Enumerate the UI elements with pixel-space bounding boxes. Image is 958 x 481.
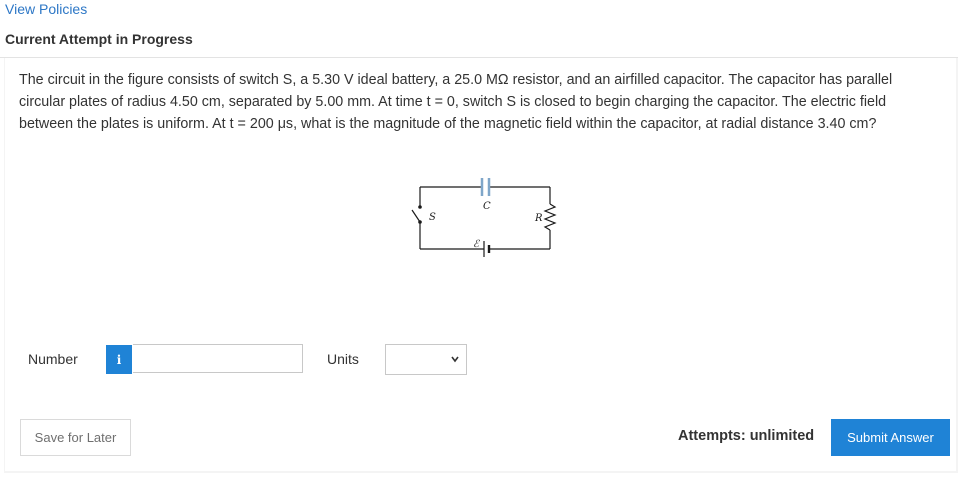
bottom-strip	[0, 473, 958, 481]
circuit-figure: C S R ℰ	[411, 178, 557, 257]
switch-contact-top	[418, 205, 422, 209]
number-label: Number	[28, 351, 78, 367]
units-select[interactable]	[385, 344, 467, 375]
switch-label: S	[429, 212, 436, 223]
question-text: The circuit in the figure consists of sw…	[19, 72, 893, 132]
capacitor-label: C	[483, 201, 491, 212]
info-icon[interactable]: i	[106, 345, 132, 374]
view-policies-link[interactable]: View Policies	[5, 1, 87, 17]
switch-blade	[411, 209, 421, 223]
units-label: Units	[327, 351, 359, 367]
emf-label: ℰ	[473, 239, 480, 250]
submit-answer-button[interactable]: Submit Answer	[831, 419, 950, 456]
resistor-zigzag	[543, 203, 557, 231]
chevron-down-icon	[451, 356, 459, 363]
question-card: The circuit in the figure consists of sw…	[5, 58, 956, 471]
number-input[interactable]	[133, 344, 303, 373]
question-panel: The circuit in the figure consists of sw…	[0, 57, 958, 473]
attempts-counter: Attempts: unlimited	[678, 428, 815, 444]
resistor-label: R	[534, 213, 543, 224]
attempt-status-heading: Current Attempt in Progress	[5, 31, 193, 47]
save-for-later-button[interactable]: Save for Later	[20, 419, 131, 456]
